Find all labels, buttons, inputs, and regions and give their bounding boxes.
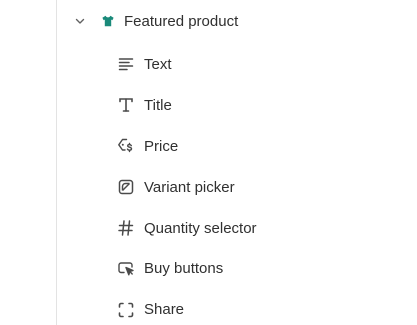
block-item-quantity-selector[interactable]: Quantity selector <box>116 208 257 249</box>
cursor-click-icon <box>116 259 136 279</box>
block-label: Variant picker <box>144 178 235 196</box>
block-item-title[interactable]: Title <box>116 85 257 126</box>
block-label: Quantity selector <box>144 219 257 237</box>
variant-picker-icon <box>116 177 136 197</box>
price-tag-icon <box>116 136 136 156</box>
block-item-share[interactable]: Share <box>116 289 257 325</box>
block-list: Text Title Price Variant picker Quantity… <box>116 44 257 325</box>
block-label: Title <box>144 96 172 114</box>
block-item-buy-buttons[interactable]: Buy buttons <box>116 248 257 289</box>
block-item-variant-picker[interactable]: Variant picker <box>116 167 257 208</box>
theme-editor-sidebar: Featured product Text Title Price Varian… <box>0 0 417 325</box>
text-lines-icon <box>116 54 136 74</box>
block-label: Buy buttons <box>144 260 224 278</box>
chevron-down-icon[interactable] <box>72 13 88 29</box>
section-title: Featured product <box>124 12 239 30</box>
block-label: Share <box>144 301 185 319</box>
block-label: Price <box>144 137 179 155</box>
title-t-icon <box>116 95 136 115</box>
tshirt-icon <box>100 13 116 29</box>
share-brackets-icon <box>116 300 136 320</box>
tree-divider <box>56 0 57 325</box>
block-item-text[interactable]: Text <box>116 44 257 85</box>
section-featured-product[interactable]: Featured product <box>72 8 238 34</box>
block-item-price[interactable]: Price <box>116 126 257 167</box>
hash-icon <box>116 218 136 238</box>
block-label: Text <box>144 55 172 73</box>
